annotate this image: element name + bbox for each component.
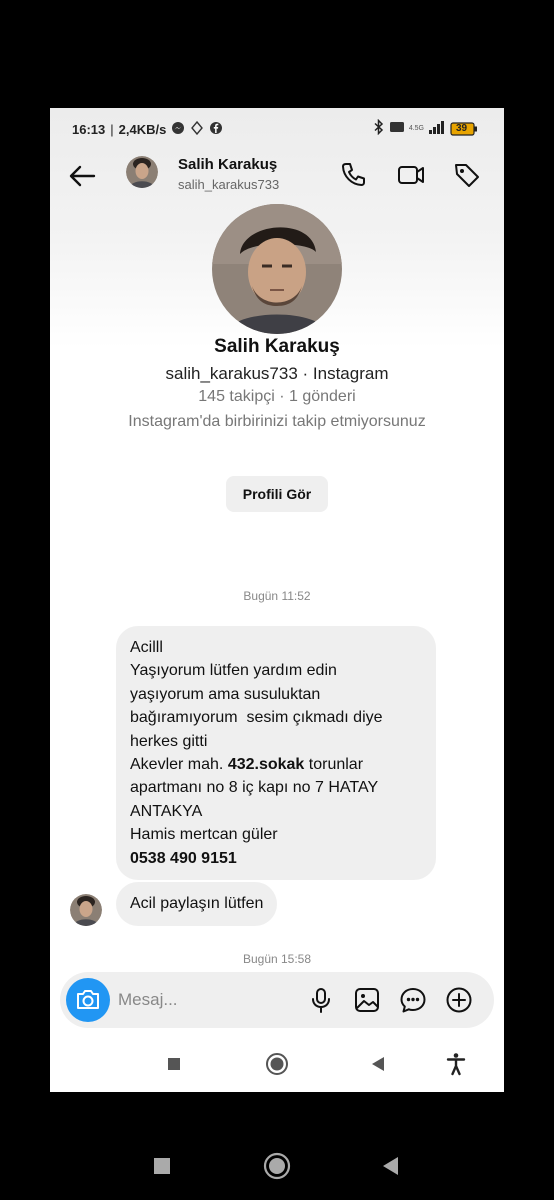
- address-text: torunlar: [304, 756, 364, 774]
- signal-icon: [428, 120, 446, 137]
- profile-handle: salih_karakus733 · Instagram: [165, 364, 389, 383]
- profile-stats: 145 takipçi · 1 gönderi: [198, 388, 356, 405]
- status-right: 4.5G 39: [373, 118, 478, 138]
- phone-number[interactable]: 0538 490 9151: [130, 847, 422, 870]
- messenger-icon: [171, 121, 185, 138]
- status-bar: 16:13 | 2,4KB/s 4.5G 39: [50, 108, 504, 148]
- message-input[interactable]: [118, 984, 298, 1016]
- message-line: ANTAKYA: [130, 802, 203, 820]
- system-navigation: [50, 1036, 504, 1092]
- home-icon[interactable]: [263, 1152, 291, 1180]
- profile-name: Salih Karakuş: [214, 336, 340, 357]
- timestamp: Bugün 15:58: [242, 952, 312, 966]
- screen: 16:13 | 2,4KB/s 4.5G 39 Salih Karakuş sa…: [50, 108, 504, 1092]
- message-line: Acilll: [130, 639, 163, 656]
- video-call-icon[interactable]: [396, 160, 426, 190]
- message-line: bağıramıyorum sesim çıkmadı diye: [130, 709, 383, 727]
- battery-icon: 39: [450, 121, 478, 136]
- bluetooth-icon: [373, 118, 385, 138]
- avatar[interactable]: [126, 156, 158, 188]
- message-line: Hamis mertcan güler: [130, 826, 278, 844]
- navigation-icon: [190, 120, 204, 138]
- message-line: yaşıyorum ama susuluktan: [130, 685, 321, 703]
- gallery-icon[interactable]: [352, 985, 382, 1015]
- message-bubble[interactable]: Acilll Yaşıyorum lütfen yardım edin yaşı…: [116, 626, 436, 881]
- camera-icon[interactable]: [66, 978, 110, 1022]
- back-icon[interactable]: [378, 1154, 402, 1178]
- sticker-icon[interactable]: [398, 985, 428, 1015]
- network-label: 4.5G: [408, 125, 424, 132]
- facebook-icon: [209, 121, 223, 138]
- contact-name[interactable]: Salih Karakuş: [178, 156, 277, 173]
- address-text: Akevler mah.: [130, 756, 228, 774]
- message-bubble[interactable]: Acil paylaşın lütfen: [116, 882, 278, 926]
- message-line: herkes gitti: [130, 732, 208, 750]
- message-line: Akevler mah. 432.sokak torunlar: [130, 753, 422, 776]
- timestamp: Bugün 11:52: [243, 589, 311, 603]
- phone-icon[interactable]: [338, 160, 368, 190]
- network-icon: [389, 119, 405, 138]
- status-left: 16:13 | 2,4KB/s: [72, 120, 223, 138]
- view-profile-button[interactable]: Profili Gör: [226, 476, 328, 512]
- sender-avatar[interactable]: [70, 894, 102, 926]
- contact-username[interactable]: salih_karakus733: [178, 177, 279, 192]
- recents-icon[interactable]: [150, 1154, 174, 1178]
- message-composer: [60, 972, 494, 1028]
- recents-icon[interactable]: [162, 1052, 186, 1076]
- back-icon[interactable]: [366, 1052, 390, 1076]
- home-icon[interactable]: [265, 1052, 289, 1076]
- microphone-icon[interactable]: [306, 985, 336, 1015]
- chat-header: Salih Karakuş salih_karakus733: [50, 148, 504, 204]
- message-line: Yaşıyorum lütfen yardım edin: [130, 662, 337, 680]
- message-line: apartmanı no 8 iç kapı no 7 HATAY: [130, 779, 379, 797]
- back-arrow-icon[interactable]: [66, 160, 98, 192]
- device-navigation: [0, 1146, 554, 1186]
- profile-photo[interactable]: [212, 204, 342, 334]
- street-text: 432.sokak: [227, 756, 305, 774]
- follow-status: Instagram'da birbirinizi takip etmiyorsu…: [128, 413, 426, 430]
- status-separator: |: [110, 122, 114, 137]
- accessibility-icon[interactable]: [444, 1052, 468, 1076]
- status-speed: 2,4KB/s: [118, 122, 167, 137]
- tag-icon[interactable]: [452, 160, 482, 190]
- battery-level: 39: [456, 122, 468, 134]
- status-time: 16:13: [72, 122, 106, 137]
- add-icon[interactable]: [444, 985, 474, 1015]
